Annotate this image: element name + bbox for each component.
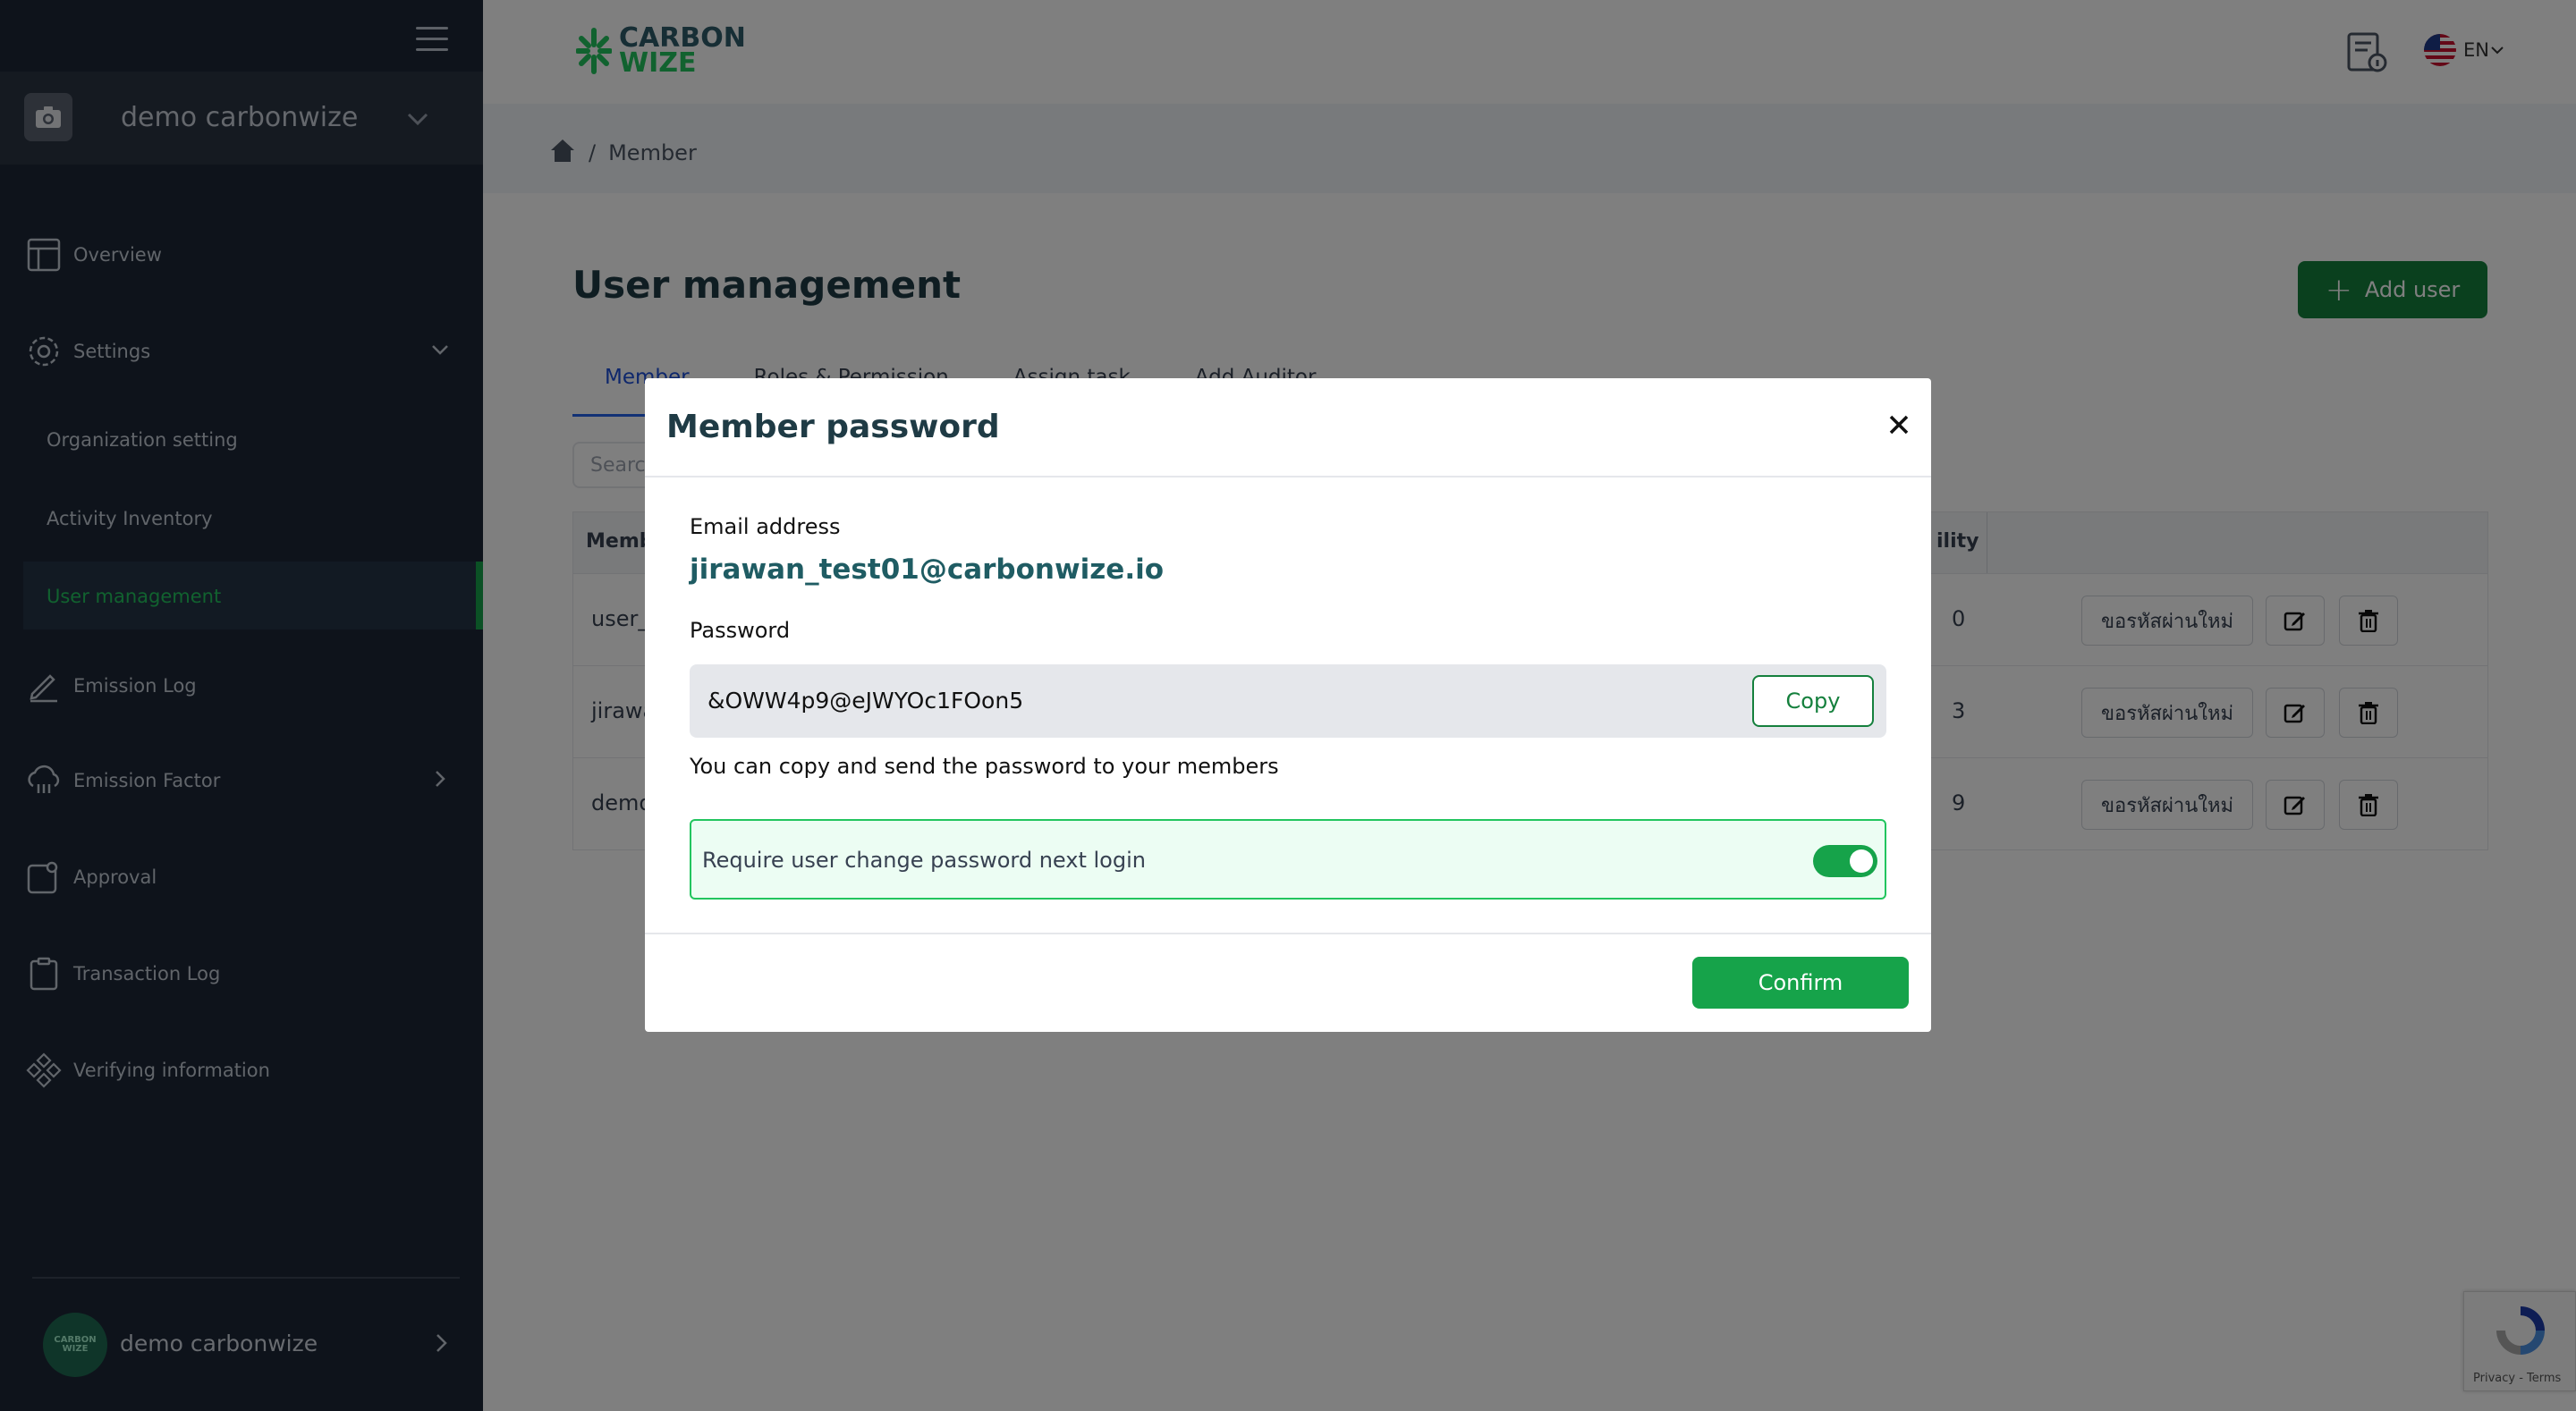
copy-button[interactable]: Copy [1752,675,1874,727]
require-change-panel: Require user change password next login [690,819,1886,900]
password-value[interactable]: &OWW4p9@eJWYOc1FOon5 [708,688,1023,714]
email-label: Email address [690,514,841,539]
modal-header-divider [645,476,1931,477]
toggle-knob [1850,849,1873,873]
confirm-button[interactable]: Confirm [1692,957,1909,1009]
require-change-label: Require user change password next login [702,848,1146,873]
modal-footer-divider [645,933,1931,934]
password-hint: You can copy and send the password to yo… [690,754,1279,779]
require-change-toggle[interactable] [1813,845,1877,877]
member-password-modal: Member password Email address jirawan_te… [645,378,1931,1032]
modal-title: Member password [666,409,1000,445]
close-icon[interactable] [1886,412,1911,437]
email-value: jirawan_test01@carbonwize.io [690,553,1165,586]
password-field: &OWW4p9@eJWYOc1FOon5 Copy [690,664,1886,738]
password-label: Password [690,618,791,643]
